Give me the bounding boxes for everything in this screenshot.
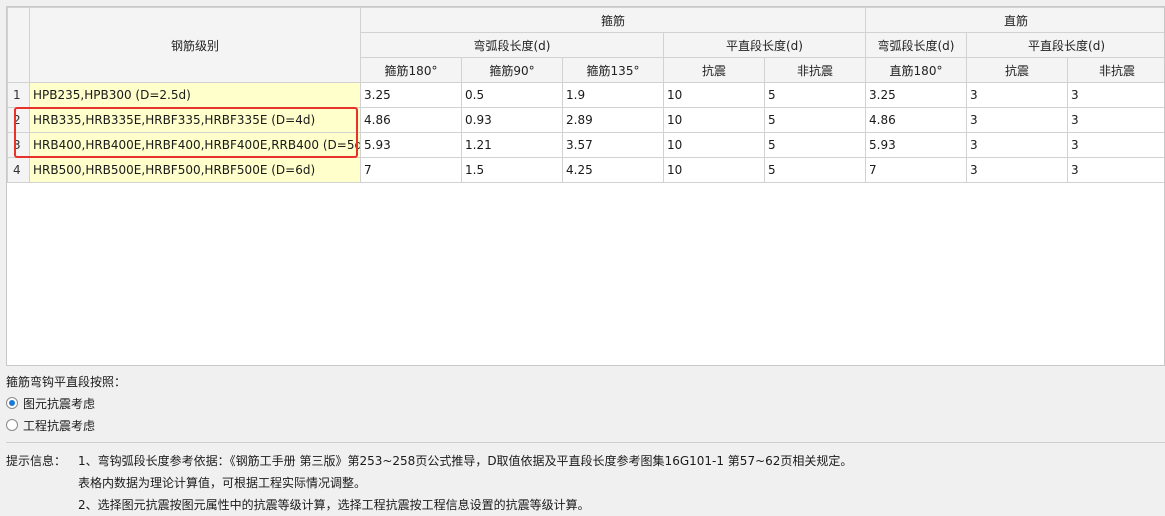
- header-seismic-2: 抗震: [967, 58, 1068, 83]
- cell-stirrup-180[interactable]: 4.86: [361, 108, 462, 133]
- corner-cell: [8, 8, 30, 83]
- cell-stirrup-90[interactable]: 1.5: [462, 158, 563, 183]
- radio-project-seismic[interactable]: 工程抗震考虑: [6, 414, 126, 436]
- cell-seismic-2[interactable]: 3: [967, 133, 1068, 158]
- radio-unchecked-icon[interactable]: [6, 419, 18, 431]
- hint-line-3: 2、选择图元抗震按图元属性中的抗震等级计算，选择工程抗震按工程信息设置的抗震等级…: [78, 494, 590, 516]
- cell-straight-180[interactable]: 7: [866, 158, 967, 183]
- cell-nonseismic-2[interactable]: 3: [1068, 108, 1165, 133]
- header-straight-180: 直筋180°: [866, 58, 967, 83]
- cell-stirrup-135[interactable]: 1.9: [563, 83, 664, 108]
- header-stirrup-180: 箍筋180°: [361, 58, 462, 83]
- cell-stirrup-180[interactable]: 5.93: [361, 133, 462, 158]
- radio-element-seismic[interactable]: 图元抗震考虑: [6, 392, 126, 414]
- table-row[interactable]: 2 HRB335,HRB335E,HRBF335,HRBF335E (D=4d)…: [8, 108, 1165, 133]
- radio-element-seismic-label: 图元抗震考虑: [23, 395, 95, 412]
- header-stirrup-flat: 平直段长度(d): [664, 33, 866, 58]
- header-seismic: 抗震: [664, 58, 765, 83]
- header-straight-flat: 平直段长度(d): [967, 33, 1165, 58]
- rebar-hook-table: 钢筋级别 箍筋 直筋 弯弧段长度(d) 平直段长度(d) 弯弧段长度(d) 平直…: [6, 6, 1165, 366]
- cell-nonseismic-2[interactable]: 3: [1068, 158, 1165, 183]
- row-number: 2: [8, 108, 30, 133]
- cell-stirrup-180[interactable]: 7: [361, 158, 462, 183]
- cell-nonseismic[interactable]: 5: [765, 133, 866, 158]
- cell-seismic-2[interactable]: 3: [967, 83, 1068, 108]
- header-straight-arc: 弯弧段长度(d): [866, 33, 967, 58]
- radio-project-seismic-label: 工程抗震考虑: [23, 417, 95, 434]
- row-number: 4: [8, 158, 30, 183]
- hint-line-2: 表格内数据为理论计算值，可根据工程实际情况调整。: [78, 472, 366, 494]
- grade-cell[interactable]: HRB500,HRB500E,HRBF500,HRBF500E (D=6d): [30, 158, 361, 183]
- table-row[interactable]: 4 HRB500,HRB500E,HRBF500,HRBF500E (D=6d)…: [8, 158, 1165, 183]
- cell-nonseismic[interactable]: 5: [765, 108, 866, 133]
- cell-stirrup-90[interactable]: 0.93: [462, 108, 563, 133]
- header-nonseismic: 非抗震: [765, 58, 866, 83]
- cell-stirrup-90[interactable]: 1.21: [462, 133, 563, 158]
- header-stirrup-135: 箍筋135°: [563, 58, 664, 83]
- grid-table: 钢筋级别 箍筋 直筋 弯弧段长度(d) 平直段长度(d) 弯弧段长度(d) 平直…: [7, 7, 1165, 183]
- table-row[interactable]: 3 HRB400,HRB400E,HRBF400,HRBF400E,RRB400…: [8, 133, 1165, 158]
- cell-stirrup-90[interactable]: 0.5: [462, 83, 563, 108]
- options-title: 箍筋弯钩平直段按照：: [6, 372, 126, 392]
- row-number: 3: [8, 133, 30, 158]
- header-grade: 钢筋级别: [30, 8, 361, 83]
- cell-nonseismic-2[interactable]: 3: [1068, 83, 1165, 108]
- cell-straight-180[interactable]: 3.25: [866, 83, 967, 108]
- cell-seismic[interactable]: 10: [664, 158, 765, 183]
- cell-straight-180[interactable]: 5.93: [866, 133, 967, 158]
- header-nonseismic-2: 非抗震: [1068, 58, 1165, 83]
- radio-checked-icon[interactable]: [6, 397, 18, 409]
- hint-label: 提示信息：: [6, 450, 78, 472]
- cell-seismic-2[interactable]: 3: [967, 158, 1068, 183]
- cell-stirrup-135[interactable]: 3.57: [563, 133, 664, 158]
- divider: [6, 442, 1165, 443]
- grade-cell[interactable]: HPB235,HPB300 (D=2.5d): [30, 83, 361, 108]
- header-stirrup-arc: 弯弧段长度(d): [361, 33, 664, 58]
- cell-stirrup-135[interactable]: 4.25: [563, 158, 664, 183]
- cell-nonseismic-2[interactable]: 3: [1068, 133, 1165, 158]
- grade-cell[interactable]: HRB400,HRB400E,HRBF400,HRBF400E,RRB400 (…: [30, 133, 361, 158]
- cell-straight-180[interactable]: 4.86: [866, 108, 967, 133]
- row-number: 1: [8, 83, 30, 108]
- table-row[interactable]: 1 HPB235,HPB300 (D=2.5d) 3.25 0.5 1.9 10…: [8, 83, 1165, 108]
- cell-stirrup-180[interactable]: 3.25: [361, 83, 462, 108]
- cell-nonseismic[interactable]: 5: [765, 83, 866, 108]
- cell-seismic[interactable]: 10: [664, 83, 765, 108]
- cell-seismic[interactable]: 10: [664, 133, 765, 158]
- hint-line-1: 1、弯钩弧段长度参考依据：《钢筋工手册 第三版》第253~258页公式推导，D取…: [78, 450, 852, 472]
- header-straight: 直筋: [866, 8, 1165, 33]
- grade-cell[interactable]: HRB335,HRB335E,HRBF335,HRBF335E (D=4d): [30, 108, 361, 133]
- header-stirrup: 箍筋: [361, 8, 866, 33]
- cell-stirrup-135[interactable]: 2.89: [563, 108, 664, 133]
- cell-seismic-2[interactable]: 3: [967, 108, 1068, 133]
- hint-section: 提示信息： 1、弯钩弧段长度参考依据：《钢筋工手册 第三版》第253~258页公…: [6, 450, 852, 516]
- cell-nonseismic[interactable]: 5: [765, 158, 866, 183]
- hook-options: 箍筋弯钩平直段按照： 图元抗震考虑 工程抗震考虑: [6, 372, 126, 436]
- header-stirrup-90: 箍筋90°: [462, 58, 563, 83]
- cell-seismic[interactable]: 10: [664, 108, 765, 133]
